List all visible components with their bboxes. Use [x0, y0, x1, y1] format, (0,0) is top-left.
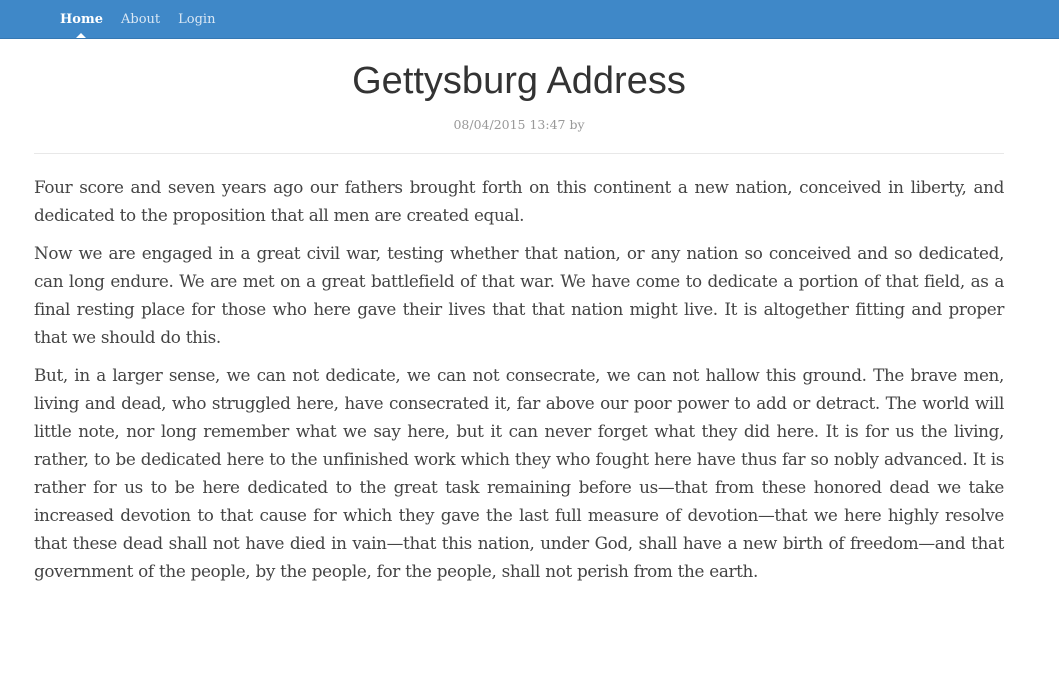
nav-item-login-label: Login	[178, 11, 216, 27]
nav-item-home[interactable]: Home	[51, 0, 112, 38]
nav-item-about-label: About	[120, 11, 161, 27]
header-divider	[34, 153, 1004, 154]
top-navbar: Home About Login	[0, 0, 1059, 39]
article-paragraph: Four score and seven years ago our fathe…	[34, 177, 1004, 225]
article-paragraph: But, in a larger sense, we can not dedic…	[34, 365, 1004, 581]
article-header: Gettysburg Address 08/04/2015 13:47 by	[34, 38, 1004, 133]
nav-item-about[interactable]: About	[112, 0, 169, 38]
article-body: Four score and seven years ago our fathe…	[34, 173, 1004, 595]
nav-item-login[interactable]: Login	[169, 0, 224, 38]
article-paragraph: Now we are engaged in a great civil war,…	[34, 243, 1004, 347]
nav-item-home-label: Home	[60, 11, 103, 27]
article-meta: 08/04/2015 13:47 by	[453, 117, 585, 132]
nav-menu: Home About Login	[51, 0, 224, 38]
page-title: Gettysburg Address	[352, 60, 686, 102]
